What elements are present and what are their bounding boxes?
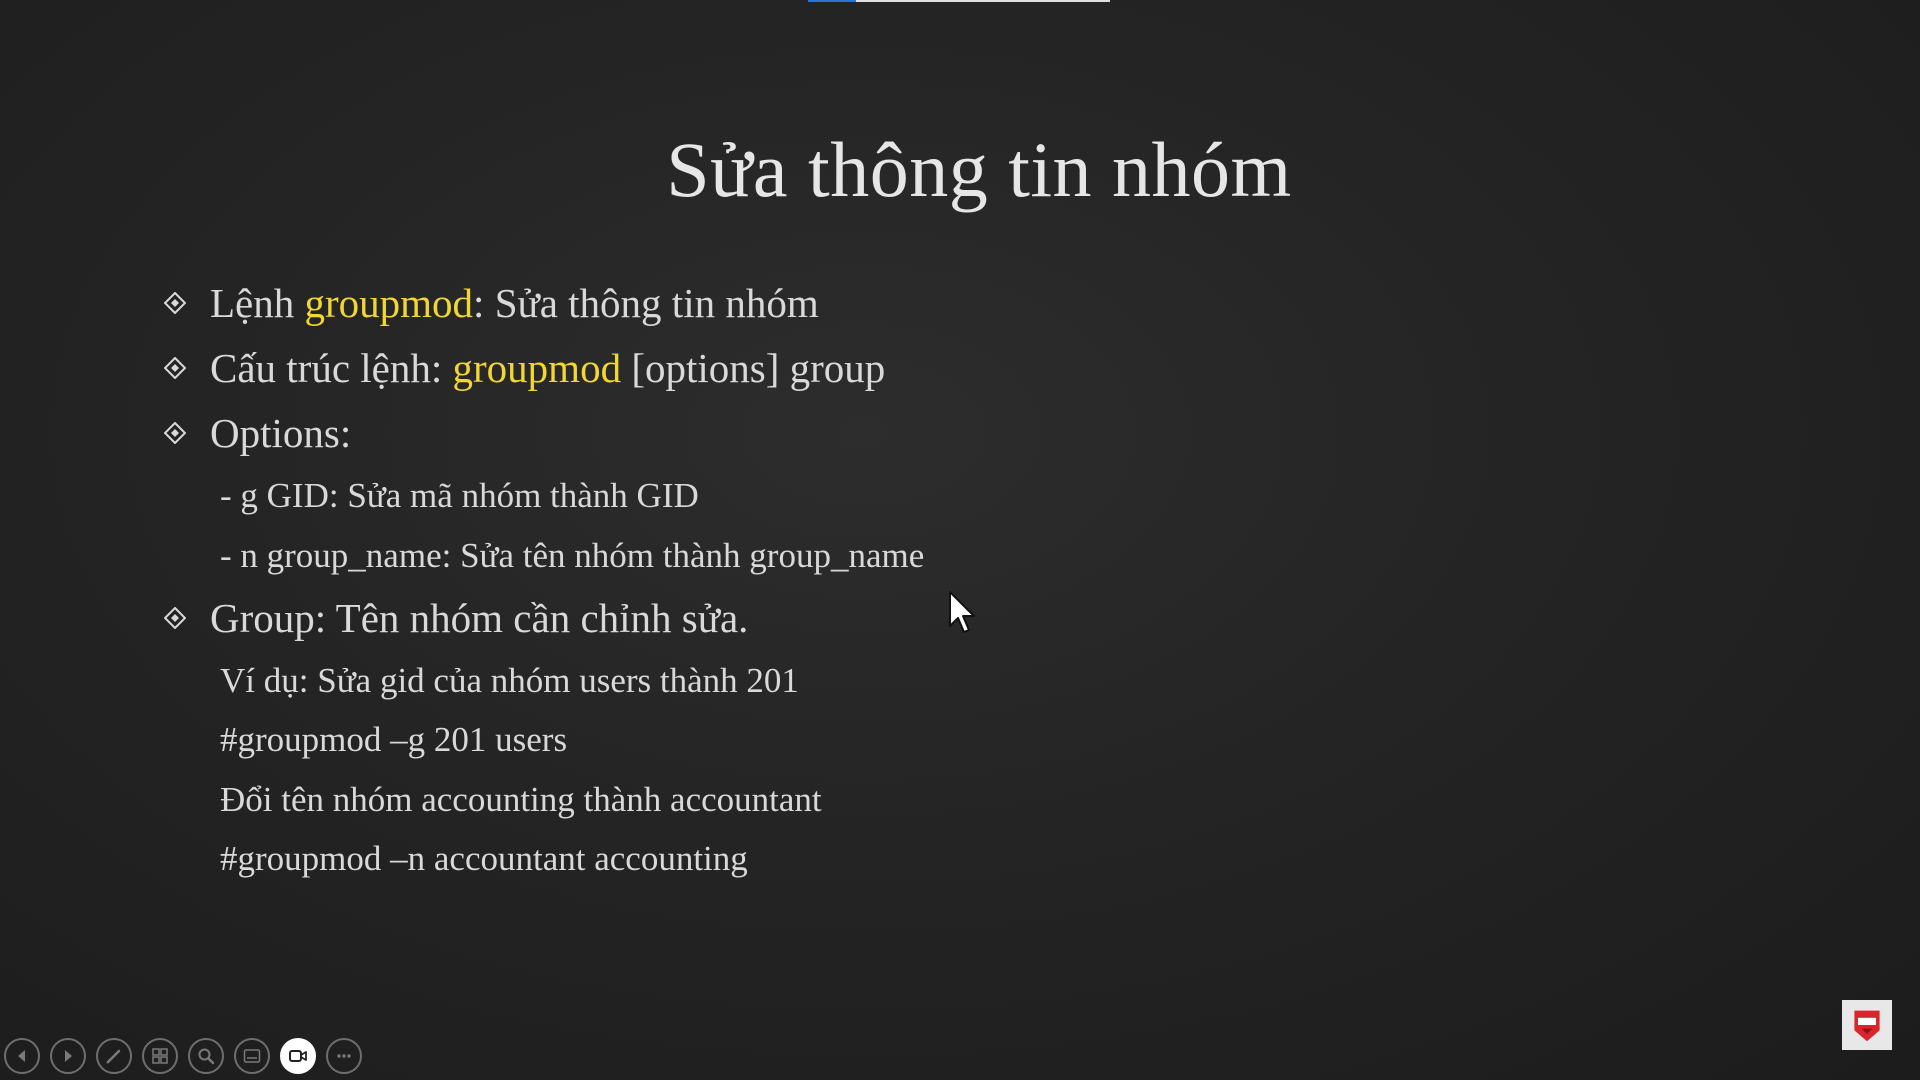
- zoom-icon: [198, 1048, 215, 1065]
- bullet-text: Options:: [210, 410, 352, 456]
- bullet-suffix: : Sửa thông tin nhóm: [473, 280, 819, 326]
- diamond-bullet-icon: [164, 422, 186, 444]
- previous-icon: [18, 1050, 25, 1062]
- mouse-cursor-icon: [949, 591, 975, 633]
- bullet-text: Cấu trúc lệnh: groupmod [options] group: [210, 345, 885, 391]
- bullet-prefix: Lệnh: [210, 280, 305, 326]
- next-icon: [65, 1050, 72, 1062]
- bullet-text: Group: Tên nhóm cần chỉnh sửa.: [210, 595, 749, 641]
- command-name: groupmod: [304, 280, 474, 326]
- example-line: #groupmod –n accountant accounting: [220, 839, 748, 878]
- next-slide-button[interactable]: [50, 1038, 86, 1074]
- subtitles-icon: [243, 1049, 261, 1063]
- channel-logo: [1842, 1000, 1892, 1050]
- slideshow-toolbar: [0, 1038, 362, 1078]
- bullet-prefix: Cấu trúc lệnh:: [210, 345, 453, 391]
- slide-title: Sửa thông tin nhóm: [666, 126, 1292, 213]
- command-name: groupmod: [452, 345, 622, 391]
- subtitles-button[interactable]: [234, 1038, 270, 1074]
- camera-button[interactable]: [280, 1038, 316, 1074]
- pen-tool-button[interactable]: [96, 1038, 132, 1074]
- pen-icon: [106, 1049, 121, 1064]
- zoom-button[interactable]: [188, 1038, 224, 1074]
- more-options-button[interactable]: [326, 1038, 362, 1074]
- bullet-suffix: [options] group: [621, 345, 886, 391]
- camera-icon: [289, 1050, 307, 1062]
- example-line: #groupmod –g 201 users: [220, 720, 568, 759]
- presentation-slide: Sửa thông tin nhóm Lệnh groupmod: Sửa th…: [0, 0, 1920, 1080]
- more-options-icon: [337, 1054, 351, 1058]
- see-all-slides-button[interactable]: [142, 1038, 178, 1074]
- bullet-text: Lệnh groupmod: Sửa thông tin nhóm: [210, 280, 819, 326]
- see-all-slides-icon: [152, 1048, 168, 1064]
- diamond-bullet-icon: [164, 292, 186, 314]
- logo-icon: [1854, 1010, 1880, 1042]
- diamond-bullet-icon: [164, 607, 186, 629]
- example-line: Đổi tên nhóm accounting thành accountant: [220, 780, 822, 819]
- option-line: - g GID: Sửa mã nhóm thành GID: [220, 476, 699, 515]
- previous-slide-button[interactable]: [4, 1038, 40, 1074]
- diamond-bullet-icon: [164, 357, 186, 379]
- progress-fill: [808, 0, 857, 2]
- example-line: Ví dụ: Sửa gid của nhóm users thành 201: [220, 661, 799, 700]
- option-line: - n group_name: Sửa tên nhóm thành group…: [220, 536, 925, 575]
